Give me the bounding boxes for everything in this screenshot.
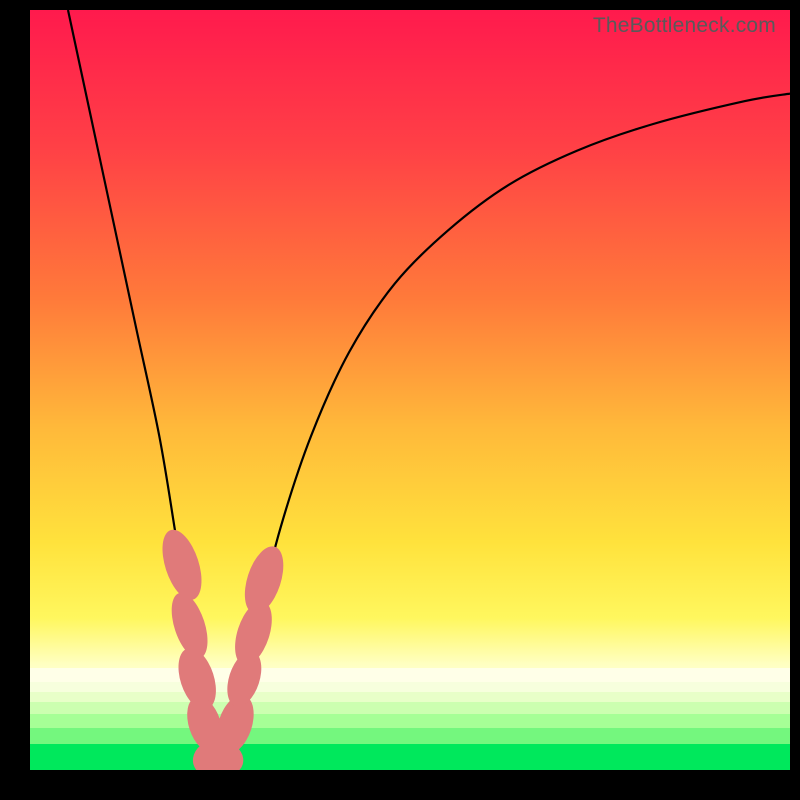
data-marker — [237, 542, 290, 619]
watermark-text: TheBottleneck.com — [593, 14, 776, 38]
plot-area: TheBottleneck.com — [30, 10, 790, 770]
marker-group — [155, 525, 291, 770]
bottleneck-curve — [68, 10, 790, 770]
data-marker — [155, 525, 209, 605]
chart-frame: TheBottleneck.com — [0, 0, 800, 800]
curve-layer — [30, 10, 790, 770]
